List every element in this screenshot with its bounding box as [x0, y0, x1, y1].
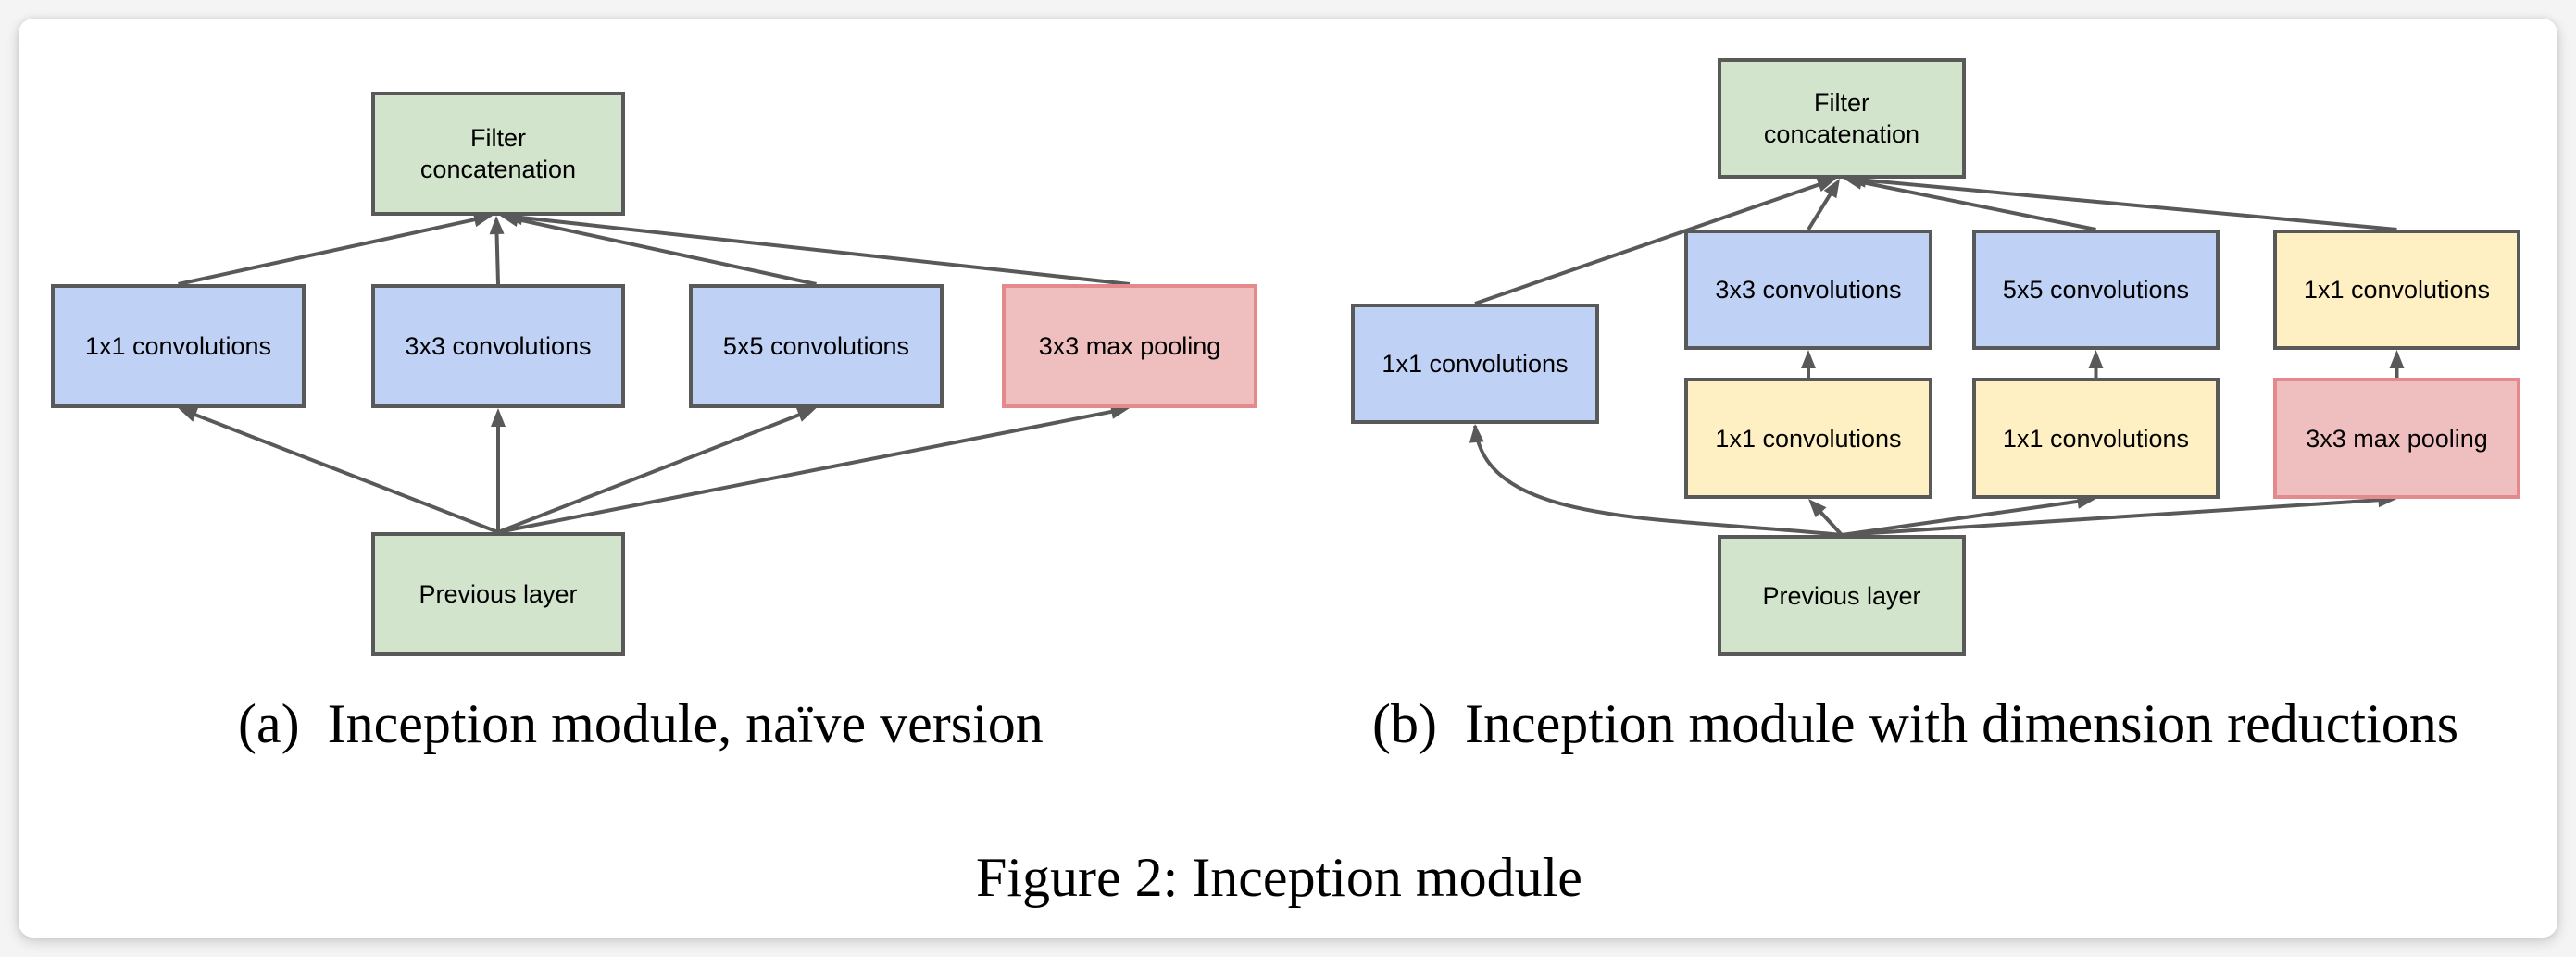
node-a-3x3-convolutions: 3x3 convolutions — [371, 284, 625, 408]
node-b-5x5-reduce-1x1: 1x1 convolutions — [1972, 378, 2220, 499]
node-b-1x1-convolutions: 1x1 convolutions — [1351, 304, 1599, 424]
figure-caption: Figure 2: Inception module — [976, 847, 1582, 908]
node-b-3x3-reduce-1x1: 1x1 convolutions — [1684, 378, 1932, 499]
node-b-pool-projection-1x1: 1x1 convolutions — [2273, 230, 2520, 350]
node-a-filter-concatenation: Filter concatenation — [371, 92, 625, 216]
node-b-5x5-convolutions: 5x5 convolutions — [1972, 230, 2220, 350]
node-a-3x3-max-pooling: 3x3 max pooling — [1002, 284, 1257, 408]
node-b-filter-concatenation: Filter concatenation — [1718, 58, 1966, 179]
node-b-3x3-max-pooling: 3x3 max pooling — [2273, 378, 2520, 499]
node-a-1x1-convolutions: 1x1 convolutions — [51, 284, 306, 408]
subfigure-a-caption: (a) Inception module, naïve version — [238, 693, 1044, 754]
subfigure-b-caption: (b) Inception module with dimension redu… — [1372, 693, 2459, 754]
node-a-5x5-convolutions: 5x5 convolutions — [689, 284, 944, 408]
node-a-previous-layer: Previous layer — [371, 532, 625, 656]
node-b-3x3-convolutions: 3x3 convolutions — [1684, 230, 1932, 350]
node-b-previous-layer: Previous layer — [1718, 535, 1966, 656]
